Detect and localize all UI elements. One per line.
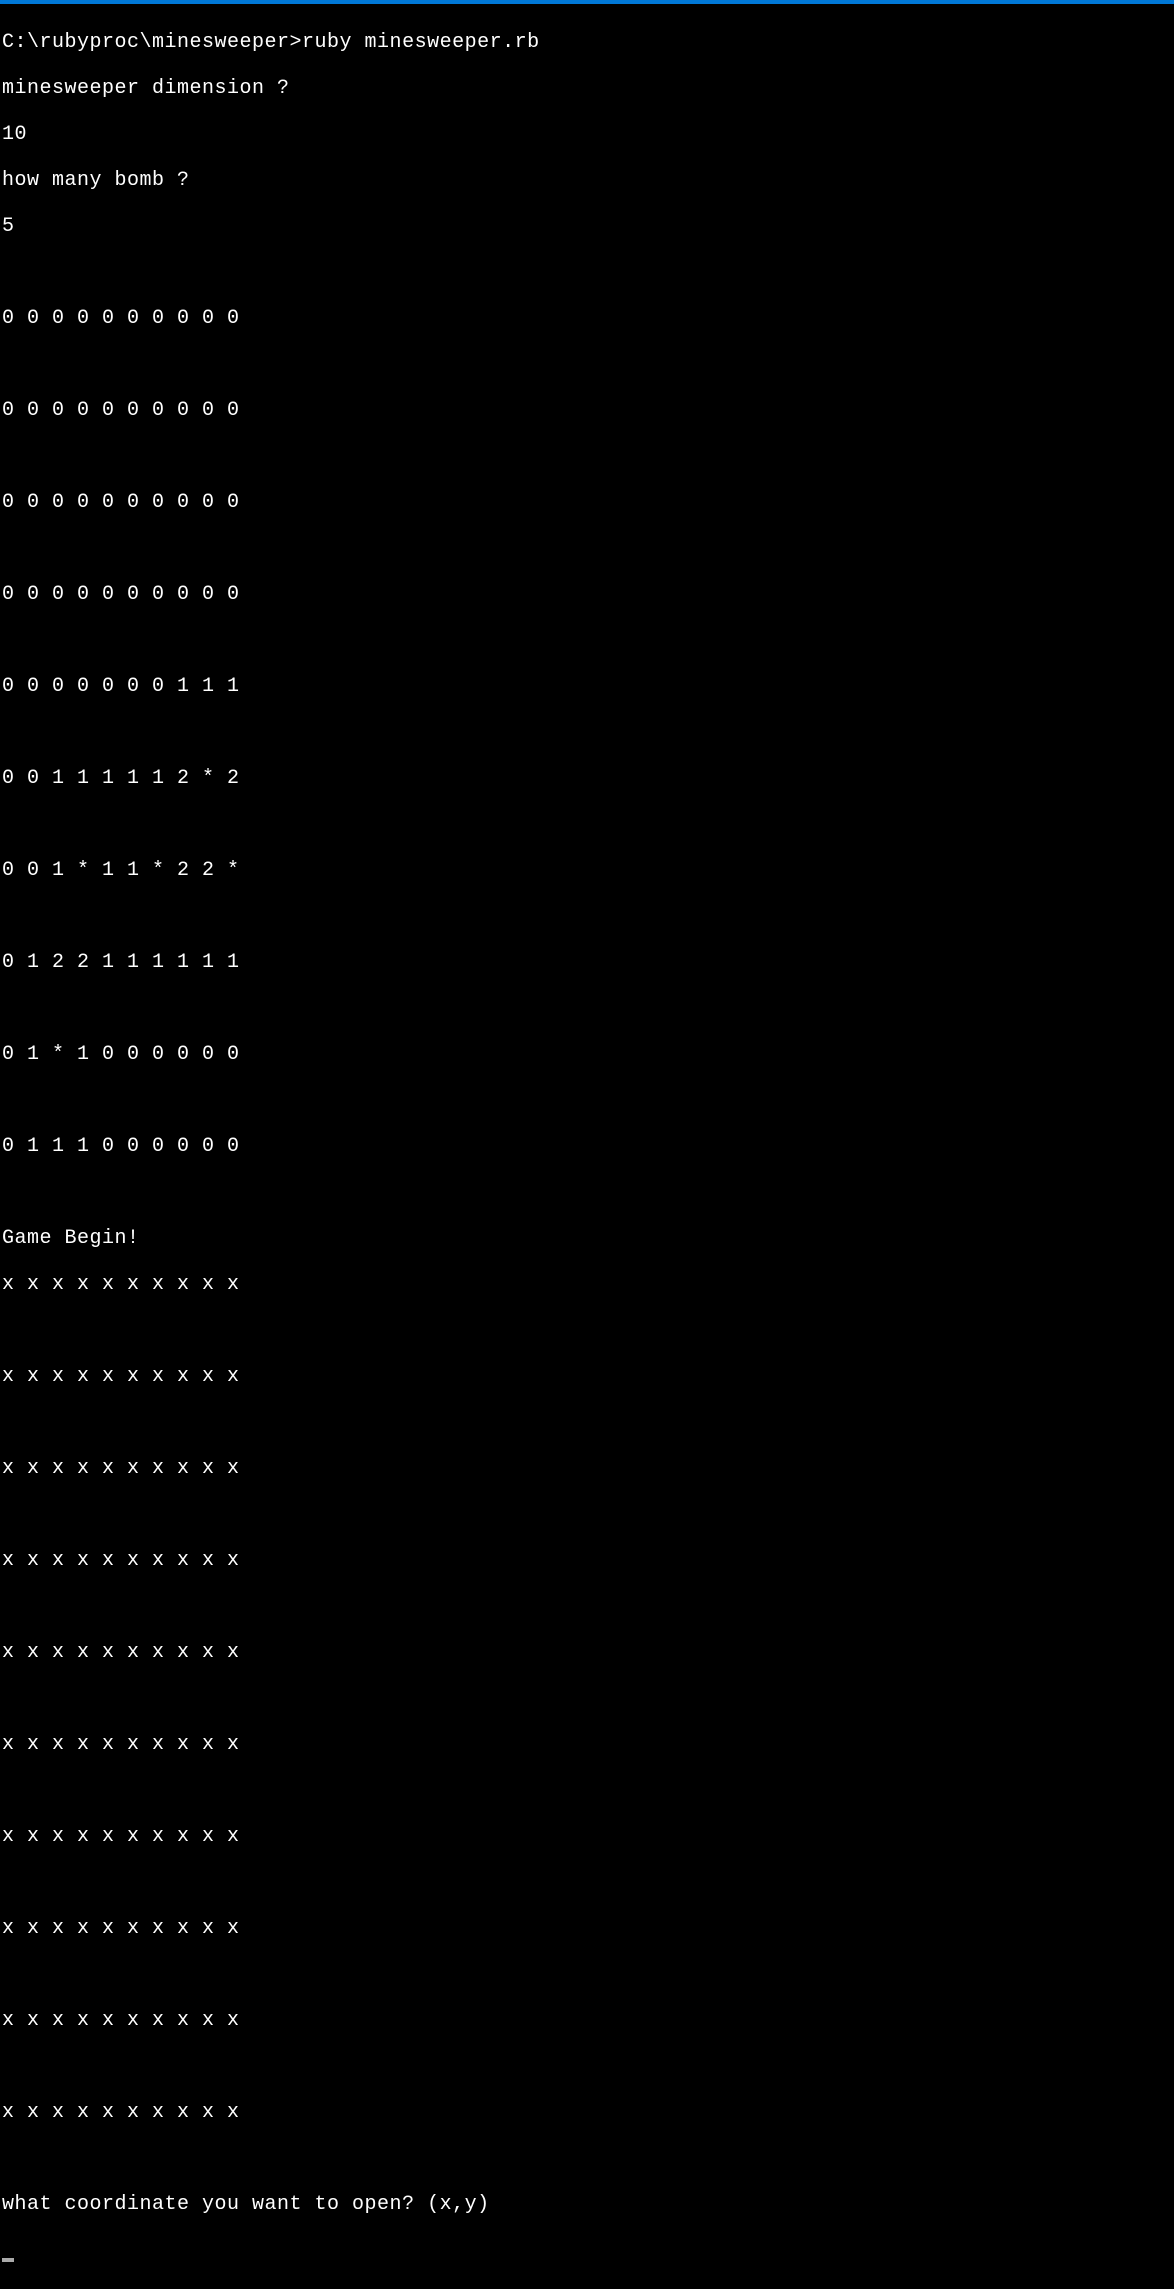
command-line: C:\rubyproc\minesweeper>ruby minesweeper… xyxy=(2,31,1172,54)
bomb-input: 5 xyxy=(2,215,1172,238)
cursor-icon xyxy=(2,2258,14,2262)
terminal-output[interactable]: C:\rubyproc\minesweeper>ruby minesweeper… xyxy=(0,4,1174,2289)
dimension-prompt: minesweeper dimension ? xyxy=(2,77,1172,100)
hidden-row: x x x x x x x x x x xyxy=(2,2009,1172,2032)
blank-line xyxy=(2,813,1172,836)
coordinate-prompt: what coordinate you want to open? (x,y) xyxy=(2,2193,1172,2216)
hidden-row: x x x x x x x x x x xyxy=(2,1365,1172,1388)
blank-line xyxy=(2,1779,1172,1802)
revealed-row: 0 0 0 0 0 0 0 0 0 0 xyxy=(2,583,1172,606)
revealed-row: 0 1 1 1 0 0 0 0 0 0 xyxy=(2,1135,1172,1158)
input-cursor-line[interactable] xyxy=(2,2239,1172,2262)
blank-line xyxy=(2,905,1172,928)
hidden-row: x x x x x x x x x x xyxy=(2,1549,1172,1572)
blank-line xyxy=(2,1687,1172,1710)
revealed-row: 0 0 0 0 0 0 0 1 1 1 xyxy=(2,675,1172,698)
revealed-row: 0 0 0 0 0 0 0 0 0 0 xyxy=(2,399,1172,422)
revealed-row: 0 0 0 0 0 0 0 0 0 0 xyxy=(2,307,1172,330)
blank-line xyxy=(2,445,1172,468)
blank-line xyxy=(2,1595,1172,1618)
blank-line xyxy=(2,997,1172,1020)
revealed-row: 0 1 * 1 0 0 0 0 0 0 xyxy=(2,1043,1172,1066)
hidden-row: x x x x x x x x x x xyxy=(2,1273,1172,1296)
blank-line xyxy=(2,353,1172,376)
blank-line xyxy=(2,1319,1172,1342)
blank-line xyxy=(2,537,1172,560)
blank-line xyxy=(2,1503,1172,1526)
blank-line xyxy=(2,1411,1172,1434)
hidden-row: x x x x x x x x x x xyxy=(2,1457,1172,1480)
hidden-row: x x x x x x x x x x xyxy=(2,1641,1172,1664)
hidden-row: x x x x x x x x x x xyxy=(2,1917,1172,1940)
hidden-row: x x x x x x x x x x xyxy=(2,1825,1172,1848)
blank-line xyxy=(2,1181,1172,1204)
blank-line xyxy=(2,1089,1172,1112)
blank-line xyxy=(2,721,1172,744)
revealed-row: 0 1 2 2 1 1 1 1 1 1 xyxy=(2,951,1172,974)
blank-line xyxy=(2,629,1172,652)
hidden-row: x x x x x x x x x x xyxy=(2,1733,1172,1756)
dimension-input: 10 xyxy=(2,123,1172,146)
blank-line xyxy=(2,1963,1172,1986)
revealed-row: 0 0 1 * 1 1 * 2 2 * xyxy=(2,859,1172,882)
game-begin-label: Game Begin! xyxy=(2,1227,1172,1250)
blank-line xyxy=(2,2055,1172,2078)
bomb-prompt: how many bomb ? xyxy=(2,169,1172,192)
blank-line xyxy=(2,1871,1172,1894)
revealed-row: 0 0 1 1 1 1 1 2 * 2 xyxy=(2,767,1172,790)
hidden-row: x x x x x x x x x x xyxy=(2,2101,1172,2124)
blank-line xyxy=(2,261,1172,284)
revealed-row: 0 0 0 0 0 0 0 0 0 0 xyxy=(2,491,1172,514)
blank-line xyxy=(2,2147,1172,2170)
